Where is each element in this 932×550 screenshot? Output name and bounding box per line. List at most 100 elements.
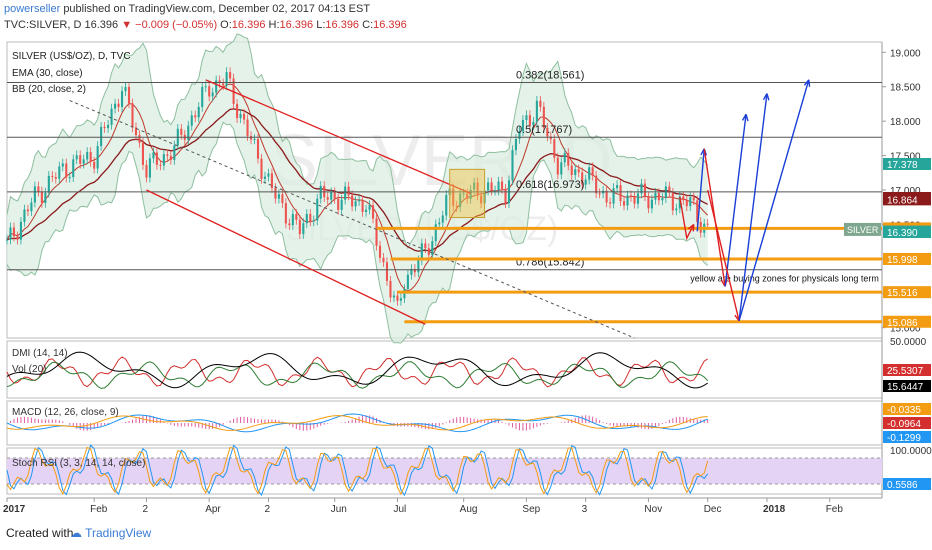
candle-body xyxy=(685,200,688,207)
candle-body xyxy=(131,103,134,128)
candle-body xyxy=(389,280,392,298)
candle-body xyxy=(330,192,333,200)
candle-body xyxy=(30,202,33,212)
candle-body xyxy=(396,295,399,301)
candle-body xyxy=(514,138,518,151)
candle-body xyxy=(169,155,172,160)
candle-body xyxy=(333,192,336,199)
price-tick-label-0: 19.000 xyxy=(890,48,921,59)
candle-body xyxy=(302,223,305,235)
fib-label-0: 0.382(18.561) xyxy=(516,70,585,82)
candle-body xyxy=(107,124,110,129)
candle-body xyxy=(539,100,542,107)
candle-body xyxy=(636,193,640,204)
price-label-5: 16.390 xyxy=(887,228,918,239)
candle-body xyxy=(93,161,96,169)
candle-body xyxy=(556,157,559,175)
fib-label-1: 0.5(17.767) xyxy=(516,124,572,136)
candle-body xyxy=(692,197,695,201)
time-tick-label-1: Feb xyxy=(90,504,108,515)
vol-value: 15.6447 xyxy=(887,382,924,393)
annotation-text: yellow are buying zones for physicals lo… xyxy=(690,274,879,284)
candle-body xyxy=(438,222,441,225)
candle-body xyxy=(229,72,232,79)
time-tick-label-10: Nov xyxy=(644,504,662,515)
candle-body xyxy=(9,227,12,240)
time-tick-label-11: Dec xyxy=(704,504,722,515)
candle-body xyxy=(270,173,273,189)
candle-body xyxy=(138,135,141,143)
candle-body xyxy=(274,188,277,199)
candle-body xyxy=(75,155,78,160)
candle-body xyxy=(657,192,660,201)
candle-body xyxy=(253,139,256,141)
candle-body xyxy=(643,183,646,197)
candle-body xyxy=(260,158,263,179)
stoch-value: 0.5586 xyxy=(887,480,918,491)
candle-body xyxy=(155,152,158,165)
chart-title: SILVER (US$/OZ), D, TVC xyxy=(12,51,131,62)
price-chart[interactable]: SILVER, DSILVER (US$/OZ)19.00018.50018.0… xyxy=(0,0,932,550)
candle-body xyxy=(187,125,190,140)
price-tick-label-1: 18.500 xyxy=(890,83,921,94)
candle-body xyxy=(365,209,368,212)
candle-body xyxy=(629,195,633,197)
candle-body xyxy=(392,295,395,298)
blue-arrow-4 xyxy=(738,79,810,321)
footer-created-with: Created with xyxy=(6,526,74,540)
time-tick-label-9: 3 xyxy=(582,504,588,515)
candle-body xyxy=(152,152,155,159)
candle-body xyxy=(337,198,340,210)
candle-body xyxy=(689,197,692,207)
candle-body xyxy=(616,185,619,189)
candle-body xyxy=(267,173,270,177)
candle-body xyxy=(117,103,120,108)
price-tick-label-2: 18.000 xyxy=(890,117,921,128)
candle-body xyxy=(588,167,591,180)
candle-body xyxy=(58,166,61,179)
yellow-zone-box xyxy=(449,168,486,219)
candle-body xyxy=(291,214,294,226)
candle-body xyxy=(68,177,71,179)
pane-frame-2 xyxy=(6,400,883,446)
candle-body xyxy=(162,154,165,166)
candle-body xyxy=(180,128,183,135)
candle-body xyxy=(650,199,653,209)
candle-body xyxy=(243,113,246,120)
candle-body xyxy=(89,152,92,162)
time-tick-label-4: 2 xyxy=(264,504,270,515)
candle-body xyxy=(100,126,103,147)
candle-body xyxy=(326,197,329,200)
candle-body xyxy=(211,92,214,97)
candle-body xyxy=(37,186,40,192)
tradingview-logo[interactable]: ☁ TradingView xyxy=(70,526,151,540)
candle-body xyxy=(173,145,176,160)
candle-body xyxy=(277,194,280,199)
candle-body xyxy=(309,213,312,222)
candle-body xyxy=(19,221,22,240)
candle-body xyxy=(382,257,385,263)
candle-body xyxy=(26,209,29,212)
candle-body xyxy=(563,153,566,163)
candle-body xyxy=(166,154,169,156)
candle-body xyxy=(378,245,382,258)
candle-body xyxy=(141,142,145,165)
candle-body xyxy=(44,192,47,203)
vol-title: Vol (20) xyxy=(12,364,46,375)
candle-body xyxy=(675,208,678,211)
candle-body xyxy=(351,195,354,207)
candle-body xyxy=(316,198,319,221)
candle-body xyxy=(124,86,127,92)
candle-body xyxy=(633,196,636,204)
time-tick-label-2: 2 xyxy=(142,504,148,515)
candle-body xyxy=(312,220,315,222)
time-tick-label-7: Aug xyxy=(460,504,478,515)
candle-body xyxy=(535,100,538,122)
blue-arrow-2 xyxy=(724,114,747,287)
candle-body xyxy=(120,91,124,108)
candle-body xyxy=(340,199,343,210)
candle-body xyxy=(47,175,50,193)
candle-body xyxy=(79,155,82,164)
candle-body xyxy=(445,195,448,216)
candle-body xyxy=(358,200,361,202)
